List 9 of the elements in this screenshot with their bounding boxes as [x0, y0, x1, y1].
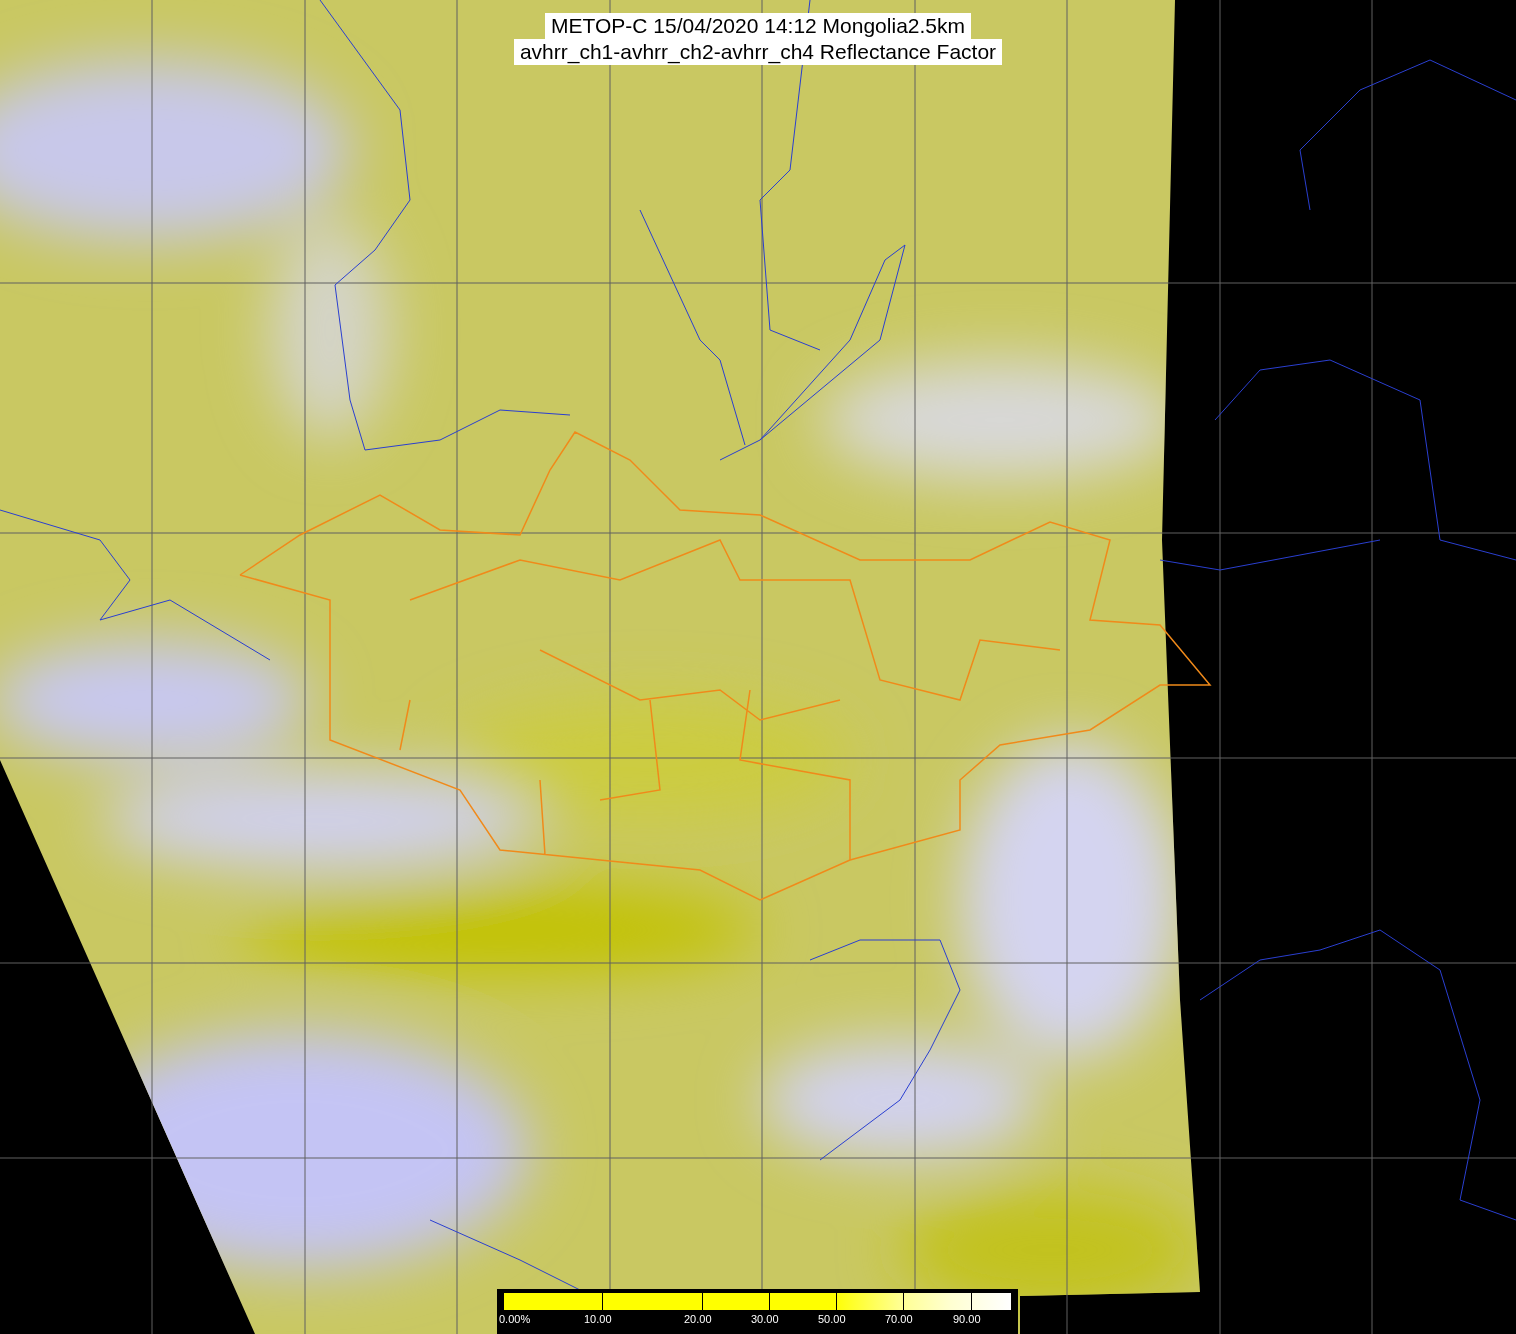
scale-label: 70.00 [885, 1313, 913, 1325]
scale-label: 50.00 [818, 1313, 846, 1325]
scale-label: 10.00 [584, 1313, 612, 1325]
scale-label: 30.00 [751, 1313, 779, 1325]
scale-label: 0.00% [499, 1313, 531, 1325]
scale-label: 90.00 [953, 1313, 981, 1325]
map-title: avhrr_ch1-avhrr_ch2-avhrr_ch4 Reflectance Factor [513, 39, 1003, 65]
map-title: METOP-C 15/04/2020 14:12 Mongolia2.5km [545, 13, 971, 39]
scale-label: 20.00 [684, 1313, 712, 1325]
